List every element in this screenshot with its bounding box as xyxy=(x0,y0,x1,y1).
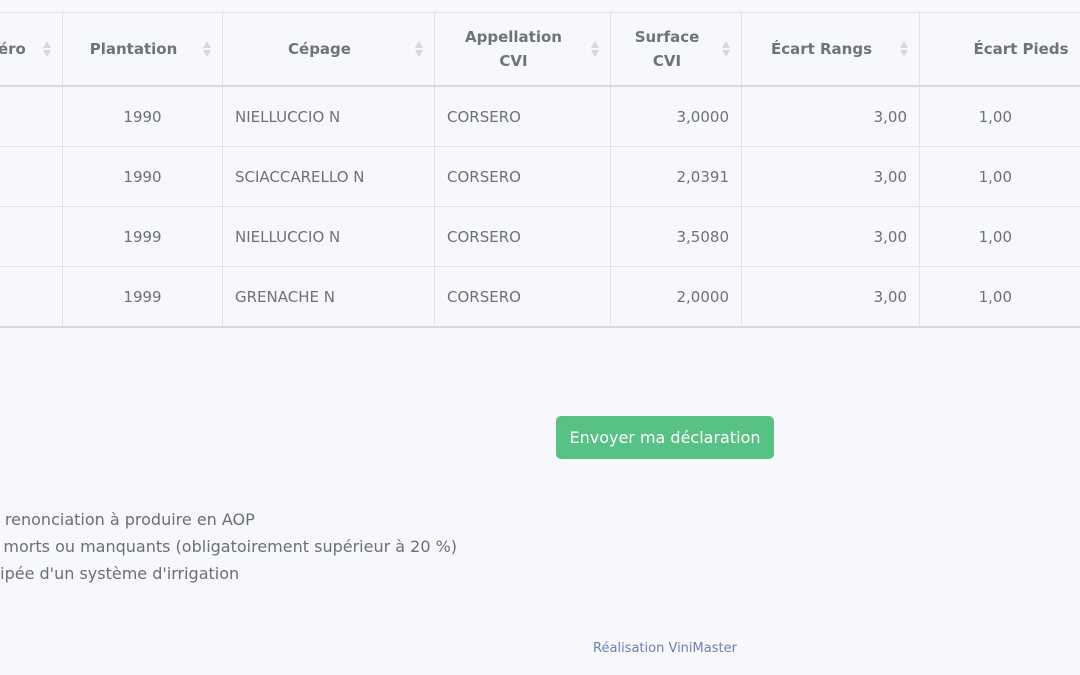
cell-ecart-pieds-value: 1,00 xyxy=(978,227,1012,246)
column-header-cepage[interactable]: Cépage xyxy=(222,12,435,87)
cell-cepage: GRENACHE N xyxy=(222,266,435,328)
cell-appellation: CORSERO xyxy=(434,85,611,147)
table-row: 1999 GRENACHE N CORSERO 2,0000 3,00 1,00 xyxy=(0,266,1080,328)
column-header-ecart-pieds[interactable]: Écart Pieds xyxy=(919,12,1080,87)
cell-ecart-pieds: 1,00 xyxy=(919,85,1080,147)
table-row: 1990 NIELLUCCIO N CORSERO 3,0000 3,00 1,… xyxy=(0,85,1080,147)
sort-icon[interactable] xyxy=(591,40,600,58)
column-header-label: Appellation CVI xyxy=(465,28,562,70)
cell-appellation: CORSERO xyxy=(434,266,611,328)
column-header-surface-cvi[interactable]: Surface CVI xyxy=(610,12,742,87)
cell-ecart-rangs: 3,00 xyxy=(741,85,920,147)
legend-note: uipée d'un système d'irrigation xyxy=(0,564,240,583)
column-header-label: Plantation xyxy=(89,40,178,58)
cell-ecart-pieds: 1,00 xyxy=(919,266,1080,328)
parcels-table: Numéro Plantation Cépage AppellationCVI … xyxy=(0,12,1080,328)
submit-declaration-button[interactable]: Envoyer ma déclaration xyxy=(556,416,774,459)
cell-cepage: NIELLUCCIO N xyxy=(222,206,435,267)
column-header-label: Écart Rangs xyxy=(770,40,873,58)
cell-numero xyxy=(0,85,63,147)
sort-icon[interactable] xyxy=(900,40,909,58)
cell-ecart-pieds: 1,00 xyxy=(919,206,1080,267)
cell-plantation: 1999 xyxy=(62,206,223,267)
sort-icon[interactable] xyxy=(203,40,212,58)
column-header-label: Écart Pieds xyxy=(973,40,1069,58)
cell-numero xyxy=(0,266,63,328)
cell-numero xyxy=(0,146,63,207)
sort-icon[interactable] xyxy=(43,40,52,58)
table-body: 1990 NIELLUCCIO N CORSERO 3,0000 3,00 1,… xyxy=(0,85,1080,328)
cell-ecart-rangs: 3,00 xyxy=(741,146,920,207)
cell-appellation: CORSERO xyxy=(434,146,611,207)
cell-plantation: 1990 xyxy=(62,85,223,147)
table-header: Numéro Plantation Cépage AppellationCVI … xyxy=(0,12,1080,87)
footer-credit-link[interactable]: Réalisation ViniMaster xyxy=(0,641,1080,656)
column-header-plantation[interactable]: Plantation xyxy=(62,12,223,87)
legend-note: s morts ou manquants (obligatoirement su… xyxy=(0,537,458,556)
cell-ecart-pieds-value: 1,00 xyxy=(978,167,1012,186)
column-header-numero[interactable]: Numéro xyxy=(0,12,63,87)
cell-cepage: SCIACCARELLO N xyxy=(222,146,435,207)
column-header-label: Numéro xyxy=(0,40,26,58)
legend-note: e renonciation à produire en AOP xyxy=(0,510,255,529)
legend-notes: e renonciation à produire en AOP s morts… xyxy=(0,506,457,587)
cell-ecart-rangs: 3,00 xyxy=(741,206,920,267)
cell-ecart-pieds: 1,00 xyxy=(919,146,1080,207)
cell-plantation: 1990 xyxy=(62,146,223,207)
column-header-appellation-cvi[interactable]: Appellation CVI xyxy=(434,12,611,87)
parcels-table-container: Numéro Plantation Cépage AppellationCVI … xyxy=(0,12,1080,328)
cell-appellation: CORSERO xyxy=(434,206,611,267)
table-row: 1999 NIELLUCCIO N CORSERO 3,5080 3,00 1,… xyxy=(0,206,1080,267)
page: Numéro Plantation Cépage AppellationCVI … xyxy=(0,0,1080,675)
column-header-label: Cépage xyxy=(288,40,351,58)
cell-surface: 2,0391 xyxy=(610,146,742,207)
cell-surface: 3,0000 xyxy=(610,85,742,147)
cell-surface: 2,0000 xyxy=(610,266,742,328)
cell-ecart-pieds-value: 1,00 xyxy=(978,107,1012,126)
column-header-ecart-rangs[interactable]: Écart Rangs xyxy=(741,12,920,87)
table-row: 1990 SCIACCARELLO N CORSERO 2,0391 3,00 … xyxy=(0,146,1080,207)
cell-ecart-rangs: 3,00 xyxy=(741,266,920,328)
sort-icon[interactable] xyxy=(722,40,731,58)
sort-icon[interactable] xyxy=(415,40,424,58)
cell-ecart-pieds-value: 1,00 xyxy=(978,287,1012,306)
cell-numero xyxy=(0,206,63,267)
column-header-label: Surface CVI xyxy=(634,28,700,70)
cell-plantation: 1999 xyxy=(62,266,223,328)
cell-cepage: NIELLUCCIO N xyxy=(222,85,435,147)
cell-surface: 3,5080 xyxy=(610,206,742,267)
